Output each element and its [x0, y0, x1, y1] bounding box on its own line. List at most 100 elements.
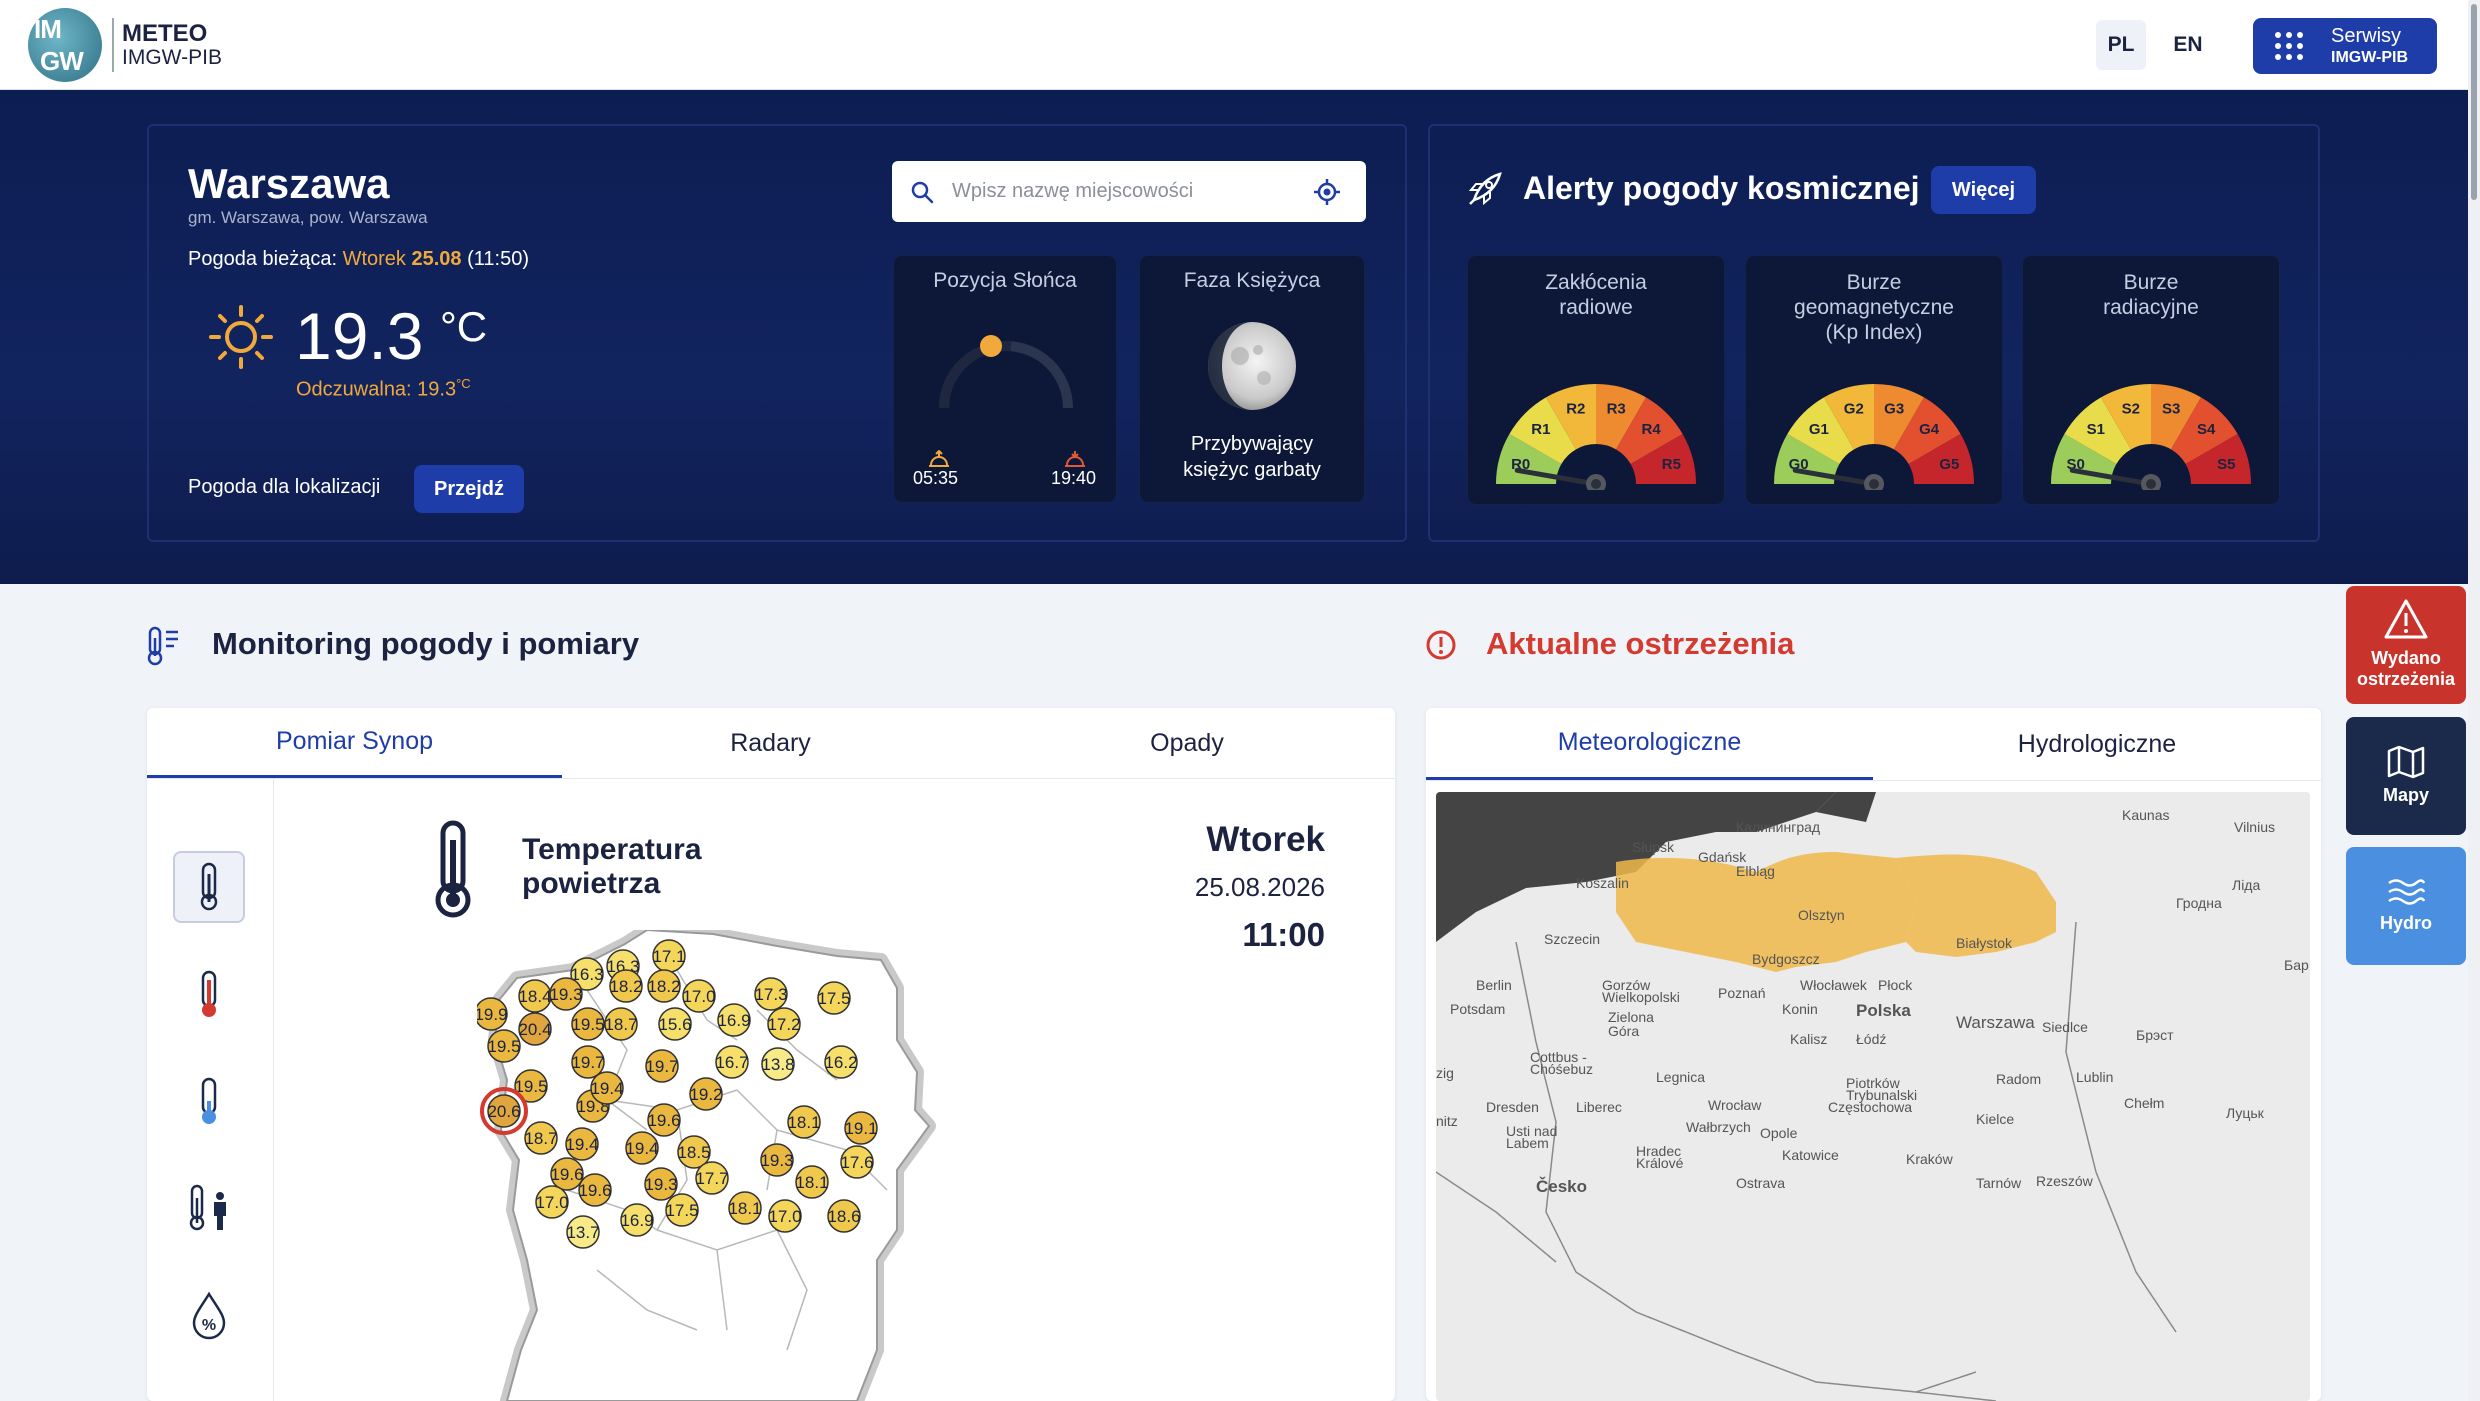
temperature-reading[interactable]: 17.6: [840, 1145, 874, 1179]
go-to-location-button[interactable]: Przejdź: [414, 465, 524, 513]
locate-me-icon[interactable]: [1312, 177, 1342, 207]
maps-button[interactable]: Mapy: [2346, 717, 2466, 835]
temperature-reading[interactable]: 18.1: [728, 1191, 762, 1225]
map-place-label: Kalisz: [1790, 1031, 1827, 1047]
issued-warnings-label: Wydano ostrzeżenia: [2356, 648, 2456, 689]
temperature-reading[interactable]: 20.6: [480, 1087, 528, 1135]
temperature-reading[interactable]: 19.1: [844, 1111, 878, 1145]
temperature-reading[interactable]: 19.2: [689, 1077, 723, 1111]
temperature-reading[interactable]: 19.6: [647, 1103, 681, 1137]
temperature-reading[interactable]: 19.6: [578, 1173, 612, 1207]
temperature-reading[interactable]: 19.7: [645, 1049, 679, 1083]
temperature-reading[interactable]: 18.4: [518, 979, 552, 1013]
temperature-reading[interactable]: 16.9: [620, 1203, 654, 1237]
max-temperature-param-button[interactable]: [173, 959, 245, 1031]
map-place-label: Koszalin: [1576, 875, 1629, 891]
temperature-reading[interactable]: 18.6: [827, 1199, 861, 1233]
tab-opady[interactable]: Opady: [979, 708, 1395, 778]
sun-arc: [938, 335, 1073, 409]
temperature-reading[interactable]: 13.7: [566, 1215, 600, 1249]
temperature-reading[interactable]: 17.1: [652, 939, 686, 973]
temperature-reading[interactable]: 18.7: [524, 1121, 558, 1155]
radiation-storm-gauge: S0S1S2 S3S4S5: [2051, 384, 2251, 490]
temperature-reading[interactable]: 19.5: [571, 1007, 605, 1041]
reading-value: 19.5: [487, 1037, 520, 1056]
lang-pl-button[interactable]: PL: [2096, 20, 2146, 70]
scrollbar-thumb[interactable]: [2471, 4, 2477, 200]
reading-value: 20.4: [518, 1020, 551, 1039]
services-button[interactable]: Serwisy IMGW-PIB: [2253, 18, 2437, 74]
temperature-reading[interactable]: 16.9: [717, 1003, 751, 1037]
reading-value: 17.3: [754, 985, 787, 1004]
temperature-reading[interactable]: 19.3: [644, 1167, 678, 1201]
hydro-button[interactable]: Hydro: [2346, 847, 2466, 965]
temperature-reading[interactable]: 19.4: [625, 1131, 659, 1165]
gauge-card-radiation[interactable]: Burze radiacyjne S0 S1 S2 S3 S4 S5: [2023, 256, 2279, 504]
temperature-reading[interactable]: 17.0: [535, 1185, 569, 1219]
temperature-reading[interactable]: 18.7: [604, 1007, 638, 1041]
more-alerts-button[interactable]: Więcej: [1931, 166, 2036, 214]
poland-temperature-map[interactable]: 16.3 16.317.119.918.419.3 18.2 18.217.0 17.3…: [477, 930, 1337, 1401]
temperature-reading[interactable]: 20.4: [518, 1012, 552, 1046]
temperature-reading[interactable]: 19.3: [549, 977, 583, 1011]
temperature-reading[interactable]: 17.2: [767, 1007, 801, 1041]
temperature-reading[interactable]: 18.2: [647, 969, 681, 1003]
search-icon: [911, 181, 934, 204]
search-box[interactable]: [892, 161, 1366, 222]
reading-value: 18.1: [787, 1113, 820, 1132]
min-temperature-param-button[interactable]: [173, 1066, 245, 1138]
temperature-reading[interactable]: 19.4: [590, 1071, 624, 1105]
imgw-logo[interactable]: IM GW: [28, 8, 102, 82]
temperature-reading[interactable]: 18.1: [787, 1105, 821, 1139]
maps-label: Mapy: [2382, 785, 2429, 805]
moon-phase-card[interactable]: Faza Księżyca Przybywający księżyc garba…: [1140, 256, 1364, 502]
temperature-reading[interactable]: 18.1: [795, 1165, 829, 1199]
map-place-label: Płock: [1878, 977, 1913, 993]
temperature-reading[interactable]: 19.3: [760, 1143, 794, 1177]
temperature-reading[interactable]: 18.2: [609, 969, 643, 1003]
temperature-reading[interactable]: 17.0: [682, 979, 716, 1013]
map-place-label: Králové: [1636, 1155, 1684, 1171]
page-scrollbar[interactable]: [2468, 0, 2480, 1401]
tab-hydrological[interactable]: Hydrologiczne: [1873, 708, 2321, 780]
reading-value: 19.7: [645, 1057, 678, 1076]
map-place-label: Legnica: [1656, 1069, 1705, 1085]
issued-warnings-button[interactable]: Wydano ostrzeżenia: [2346, 586, 2466, 704]
alert-circle-icon: [1426, 630, 1456, 660]
warnings-map[interactable]: Калининград Słupsk Gdańsk Elbląg Koszalin Ols…: [1436, 792, 2310, 1401]
temperature-reading[interactable]: 19.4: [565, 1127, 599, 1161]
temperature-reading[interactable]: 19.5: [487, 1029, 521, 1063]
search-input[interactable]: [952, 173, 1302, 209]
temperature-reading[interactable]: 16.7: [715, 1045, 749, 1079]
gauge-card-radio[interactable]: Zakłócenia radiowe R0 R1 R2 R3 R4 R5: [1468, 256, 1724, 504]
temperature-reading[interactable]: 13.8: [761, 1047, 795, 1081]
temperature-reading[interactable]: 17.5: [817, 981, 851, 1015]
sun-position-card[interactable]: Pozycja Słońca 05:35 19:40: [894, 256, 1116, 502]
gauge-card-geomagnetic[interactable]: Burze geomagnetyczne (Kp Index) G0 G1 G2 G3 G4…: [1746, 256, 2002, 504]
temperature-param-button[interactable]: [173, 851, 245, 923]
temperature-reading[interactable]: 17.5: [665, 1193, 699, 1227]
map-place-label: Česko: [1536, 1177, 1587, 1196]
gauge-title: Burze radiacyjne: [2103, 271, 2199, 319]
lang-en-button[interactable]: EN: [2163, 20, 2213, 70]
map-place-label: Szczecin: [1544, 931, 1600, 947]
temperature-reading[interactable]: 16.2: [824, 1045, 858, 1079]
logo-title: METEO: [122, 20, 208, 47]
temperature-reading[interactable]: 19.9: [477, 997, 508, 1031]
humidity-param-button[interactable]: %: [173, 1280, 245, 1352]
map-place-label: Калининград: [1736, 819, 1820, 835]
tab-pomiar-synop[interactable]: Pomiar Synop: [147, 708, 562, 778]
temperature-reading[interactable]: 17.7: [695, 1161, 729, 1195]
thermometer-max-icon: [201, 970, 217, 1017]
top-bar: IM GW METEO IMGW-PIB PL EN Serwisy IMGW-…: [0, 0, 2468, 90]
map-place-label: Poznań: [1718, 985, 1765, 1001]
temperature-reading[interactable]: 17.3: [754, 977, 788, 1011]
tab-meteorological[interactable]: Meteorologiczne: [1426, 708, 1873, 780]
map-place-label: Бар: [2284, 957, 2309, 973]
temperature-reading[interactable]: 17.0: [768, 1199, 802, 1233]
tabs-divider: [147, 778, 1395, 779]
map-place-label: Брэст: [2136, 1027, 2174, 1043]
temperature-reading[interactable]: 15.6: [658, 1007, 692, 1041]
feels-like-param-button[interactable]: [173, 1173, 245, 1245]
tab-radary[interactable]: Radary: [562, 708, 979, 778]
